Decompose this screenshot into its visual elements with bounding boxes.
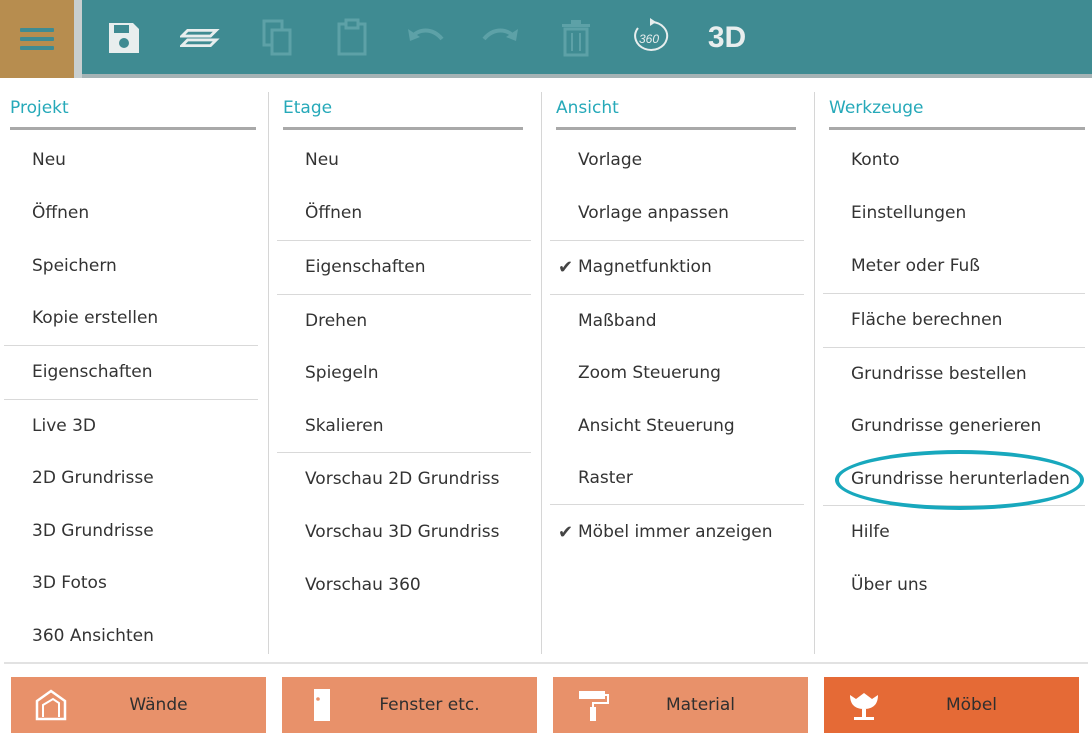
column-divider — [541, 92, 542, 654]
menu-column-projekt: Projekt Neu Öffnen Speichern Kopie erste… — [4, 92, 258, 654]
menu-item-raster[interactable]: Raster — [550, 453, 804, 503]
menu-item-moebel-immer-anzeigen[interactable]: ✔ Möbel immer anzeigen — [550, 507, 804, 557]
menu-item-massband[interactable]: Maßband — [550, 296, 804, 346]
menu-button[interactable] — [0, 0, 74, 78]
column-divider — [814, 92, 815, 654]
menu-item-360-ansichten[interactable]: 360 Ansichten — [4, 611, 258, 661]
material-button[interactable]: Material — [553, 677, 808, 733]
menu-item-hilfe[interactable]: Hilfe — [823, 507, 1085, 557]
column-title-werkzeuge: Werkzeuge — [829, 98, 924, 118]
3d-view-button[interactable]: 3D — [704, 16, 750, 60]
menu-item-meter-oder-fuss[interactable]: Meter oder Fuß — [823, 241, 1085, 291]
menu-item-ansicht-steuerung[interactable]: Ansicht Steuerung — [550, 401, 804, 451]
menu-item-vorlage[interactable]: Vorlage — [550, 135, 804, 185]
menu-divider — [4, 345, 258, 346]
menu-divider — [823, 347, 1085, 348]
moebel-label: Möbel — [945, 695, 998, 715]
highlight-ring — [835, 450, 1084, 510]
menu-item-zoom-steuerung[interactable]: Zoom Steuerung — [550, 348, 804, 398]
copy-icon — [258, 16, 298, 60]
waende-button[interactable]: Wände — [11, 677, 266, 733]
menu-icon — [20, 23, 54, 55]
fenster-button[interactable]: Fenster etc. — [282, 677, 537, 733]
menu-divider — [550, 294, 804, 295]
menu-item-vorschau-2d-grundriss[interactable]: Vorschau 2D Grundriss — [277, 454, 531, 504]
check-icon: ✔ — [558, 256, 574, 278]
column-divider — [268, 92, 269, 654]
menu-divider — [550, 504, 804, 505]
material-label: Material — [665, 695, 736, 715]
fenster-label: Fenster etc. — [379, 695, 480, 715]
menu-divider — [277, 240, 531, 241]
moebel-button[interactable]: Möbel — [824, 677, 1079, 733]
menu-item-kopie-erstellen[interactable]: Kopie erstellen — [4, 293, 258, 343]
column-title-rule — [829, 127, 1085, 130]
menu-column-werkzeuge: Werkzeuge Konto Einstellungen Meter oder… — [823, 92, 1085, 654]
menu-item-grundrisse-bestellen[interactable]: Grundrisse bestellen — [823, 349, 1085, 399]
menu-divider — [550, 240, 804, 241]
waende-label: Wände — [129, 695, 188, 715]
menu-item-neu[interactable]: Neu — [4, 135, 258, 185]
column-title-projekt: Projekt — [10, 98, 69, 118]
toolbar-separator — [74, 0, 82, 78]
menu-item-eigenschaften[interactable]: Eigenschaften — [4, 347, 258, 397]
column-title-ansicht: Ansicht — [556, 98, 619, 118]
menu-divider — [823, 293, 1085, 294]
menu-item-neu[interactable]: Neu — [277, 135, 531, 185]
rotate-360-icon[interactable]: 360 — [630, 16, 674, 60]
layers-icon[interactable] — [180, 16, 220, 60]
save-icon[interactable] — [104, 16, 144, 60]
column-title-rule — [10, 127, 256, 130]
menu-item-2d-grundrisse[interactable]: 2D Grundrisse — [4, 453, 258, 503]
svg-text:360: 360 — [639, 32, 659, 46]
menu-item-vorschau-360[interactable]: Vorschau 360 — [277, 560, 531, 610]
menu-item-3d-fotos[interactable]: 3D Fotos — [4, 558, 258, 608]
paste-icon — [332, 16, 372, 60]
redo-icon — [480, 16, 520, 60]
bottom-divider — [4, 662, 1088, 664]
menu-item-skalieren[interactable]: Skalieren — [277, 401, 531, 451]
column-title-rule — [556, 127, 796, 130]
menu-item-konto[interactable]: Konto — [823, 135, 1085, 185]
menu-item-vorlage-anpassen[interactable]: Vorlage anpassen — [550, 188, 804, 238]
menu-item-einstellungen[interactable]: Einstellungen — [823, 188, 1085, 238]
menu-item-eigenschaften[interactable]: Eigenschaften — [277, 242, 531, 292]
menu-item-live-3d[interactable]: Live 3D — [4, 401, 258, 451]
menu-divider — [277, 294, 531, 295]
menu-item-drehen[interactable]: Drehen — [277, 296, 531, 346]
menu-divider — [277, 452, 531, 453]
menu-item-speichern[interactable]: Speichern — [4, 241, 258, 291]
menu-item-vorschau-3d-grundriss[interactable]: Vorschau 3D Grundriss — [277, 507, 531, 557]
menu-item-grundrisse-generieren[interactable]: Grundrisse generieren — [823, 401, 1085, 451]
check-icon: ✔ — [558, 521, 574, 543]
menu-item-oeffnen[interactable]: Öffnen — [4, 188, 258, 238]
column-title-rule — [283, 127, 523, 130]
column-title-etage: Etage — [283, 98, 333, 118]
menu-column-ansicht: Ansicht Vorlage Vorlage anpassen ✔ Magnet… — [550, 92, 804, 654]
menu-column-etage: Etage Neu Öffnen Eigenschaften Drehen Sp… — [277, 92, 531, 654]
toolbar: 360 3D — [0, 0, 1092, 78]
menu-item-magnetfunktion[interactable]: ✔ Magnetfunktion — [550, 242, 804, 292]
menu-item-flaeche-berechnen[interactable]: Fläche berechnen — [823, 295, 1085, 345]
menu-item-oeffnen[interactable]: Öffnen — [277, 188, 531, 238]
menu-item-spiegeln[interactable]: Spiegeln — [277, 348, 531, 398]
menu-divider — [4, 399, 258, 400]
trash-icon — [556, 16, 596, 60]
menu-item-ueber-uns[interactable]: Über uns — [823, 560, 1085, 610]
undo-icon — [406, 16, 446, 60]
menu-item-3d-grundrisse[interactable]: 3D Grundrisse — [4, 506, 258, 556]
